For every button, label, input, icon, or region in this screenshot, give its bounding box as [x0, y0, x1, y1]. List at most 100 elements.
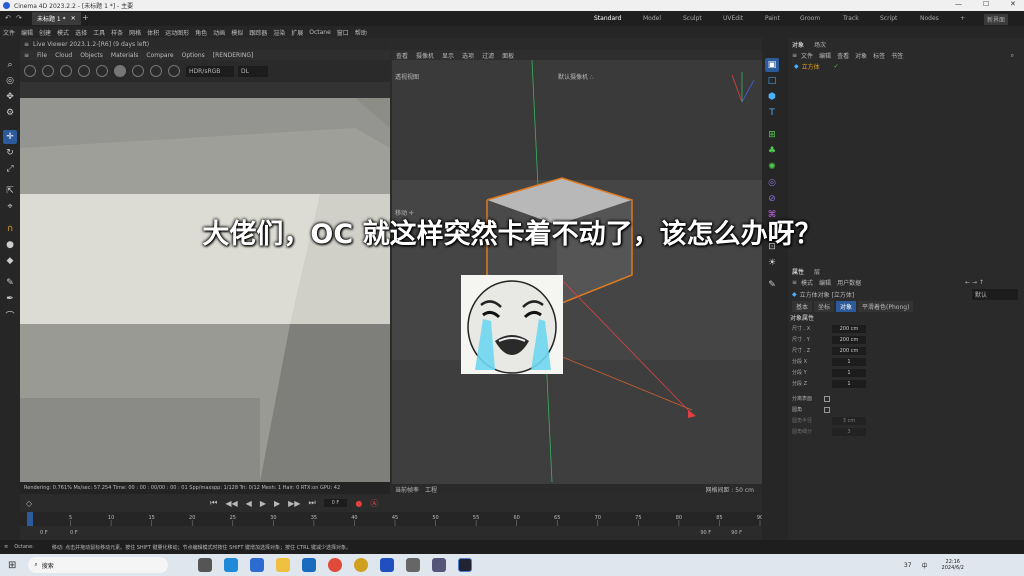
range-min[interactable]: 0 F — [70, 530, 110, 536]
maximize-button[interactable]: ☐ — [983, 0, 989, 8]
range-start[interactable]: 0 F — [40, 530, 70, 536]
layout-script[interactable]: Script — [880, 15, 897, 22]
subtab-coord[interactable]: 坐标 — [814, 300, 835, 312]
fillet-checkbox[interactable] — [824, 406, 830, 413]
search-icon[interactable]: ⌕ — [3, 58, 17, 72]
object-name[interactable]: 立方体 — [802, 62, 820, 71]
next-key-icon[interactable]: ▶▶ — [288, 499, 300, 508]
layout-standard[interactable]: Standard — [594, 15, 621, 22]
prop-seg-y-input[interactable]: 1 — [832, 368, 866, 377]
add-layout-button[interactable]: + — [960, 15, 965, 22]
minimize-button[interactable]: — — [955, 0, 962, 8]
layout-paint[interactable]: Paint — [765, 15, 780, 22]
chrome2-icon[interactable] — [354, 558, 369, 572]
deformer-icon[interactable]: ◎ — [765, 176, 779, 190]
pen-icon[interactable]: ✒ — [3, 292, 17, 306]
menu-octane[interactable]: Octane — [309, 29, 331, 36]
move-icon[interactable]: ✥ — [3, 90, 17, 104]
settings-icon[interactable]: ⚙ — [3, 106, 17, 120]
live-select-icon[interactable]: ◎ — [3, 74, 17, 88]
range-end[interactable]: 90 F — [731, 530, 742, 536]
attr-menu-icon[interactable]: ≡ — [792, 279, 797, 286]
vp-menu-options[interactable]: 选项 — [462, 51, 474, 60]
menu-window[interactable]: 窗口 — [337, 28, 349, 37]
move-tool-icon[interactable]: ✛ — [3, 130, 17, 144]
objects-menu-icon[interactable]: ≡ — [792, 52, 797, 59]
outlook-icon[interactable] — [302, 558, 317, 572]
files-icon[interactable] — [276, 558, 291, 572]
lock-icon[interactable] — [96, 65, 108, 77]
render-mode-select[interactable]: DL — [238, 65, 268, 77]
viewport-scene[interactable] — [392, 60, 762, 482]
pc-icon[interactable] — [432, 558, 447, 572]
field-icon[interactable]: ⊘ — [765, 192, 779, 206]
viewport-camera[interactable]: 默认摄像机 ∴ — [558, 72, 594, 81]
tab-attributes[interactable]: 属性 — [792, 267, 804, 276]
attr-menu-mode[interactable]: 模式 — [801, 278, 813, 287]
play-icon[interactable]: ▶ — [260, 499, 266, 508]
range-max[interactable]: 90 F — [700, 530, 711, 536]
edge-icon[interactable] — [224, 558, 239, 572]
menu-file[interactable]: 文件 — [3, 28, 15, 37]
layout-uvedit[interactable]: UVEdit — [723, 15, 743, 22]
lv-menu-file[interactable]: File — [37, 52, 47, 59]
tab-close-icon[interactable]: ✕ — [71, 15, 76, 22]
object-row[interactable]: ◆ 立方体 ✓ — [788, 61, 1024, 71]
clock[interactable]: 22:16 2024/6/2 — [942, 559, 964, 571]
tab-objects[interactable]: 对象 — [792, 40, 804, 49]
lv-menu-materials[interactable]: Materials — [111, 52, 139, 59]
close-button[interactable]: ✕ — [1010, 0, 1016, 8]
obj-menu-object[interactable]: 对象 — [855, 51, 867, 60]
menu-volume[interactable]: 体积 — [147, 28, 159, 37]
prop-seg-x-input[interactable]: 1 — [832, 357, 866, 366]
generator-icon[interactable]: ✺ — [765, 160, 779, 174]
vp-menu-view[interactable]: 查看 — [396, 51, 408, 60]
obj-menu-file[interactable]: 文件 — [801, 51, 813, 60]
text-icon[interactable]: T — [765, 106, 779, 120]
vp-menu-display[interactable]: 显示 — [442, 51, 454, 60]
new-layout-button[interactable]: 新界面 — [984, 14, 1009, 25]
layout-groom[interactable]: Groom — [800, 15, 820, 22]
go-start-icon[interactable]: ⏮ — [210, 498, 217, 508]
current-frame-field[interactable]: 0 F — [323, 499, 348, 507]
menu-mograph[interactable]: 运动图形 — [165, 28, 189, 37]
edit-icon[interactable]: ✎ — [765, 278, 779, 292]
prop-size-z-input[interactable]: 200 cm — [832, 346, 866, 355]
menu-mesh[interactable]: 网格 — [129, 28, 141, 37]
menu-spline[interactable]: 样条 — [111, 28, 123, 37]
region-icon[interactable] — [78, 65, 90, 77]
menu-mode[interactable]: 模式 — [57, 28, 69, 37]
go-end-icon[interactable]: ⏭ — [308, 498, 315, 508]
lv-menu-objects[interactable]: Objects — [80, 52, 103, 59]
menu-select[interactable]: 选择 — [75, 28, 87, 37]
vp-menu-panel[interactable]: 面板 — [502, 51, 514, 60]
light-icon[interactable]: ☀ — [765, 256, 779, 270]
attr-menu-edit[interactable]: 编辑 — [819, 278, 831, 287]
input-lang[interactable]: 中 — [922, 561, 928, 570]
smooth-icon[interactable]: ⌒ — [3, 308, 17, 322]
prop-seg-z-input[interactable]: 1 — [832, 379, 866, 388]
lv-menu-cloud[interactable]: Cloud — [55, 52, 72, 59]
menu-extensions[interactable]: 扩展 — [291, 28, 303, 37]
record-icon[interactable]: ● — [355, 499, 362, 508]
app-icon[interactable] — [380, 558, 395, 572]
taskview-icon[interactable] — [198, 558, 213, 572]
lv-menu-compare[interactable]: Compare — [146, 52, 173, 59]
mograph-icon[interactable]: ⊞ — [765, 128, 779, 142]
tab-layers[interactable]: 层 — [814, 267, 820, 276]
menu-render[interactable]: 渲染 — [273, 28, 285, 37]
start-icon[interactable]: ⊞ — [8, 560, 16, 571]
prop-size-y-input[interactable]: 200 cm — [832, 335, 866, 344]
prev-frame-icon[interactable]: ◀ — [246, 499, 252, 508]
menu-tools[interactable]: 工具 — [93, 28, 105, 37]
subtab-object[interactable]: 对象 — [836, 300, 857, 312]
menu-animate[interactable]: 动画 — [213, 28, 225, 37]
pause-icon[interactable] — [60, 65, 72, 77]
obj-menu-bookmarks[interactable]: 书签 — [891, 51, 903, 60]
filter-icon[interactable] — [168, 65, 180, 77]
visibility-icon[interactable]: ✓ — [834, 63, 839, 70]
lv-menu-icon[interactable]: ≡ — [24, 52, 29, 59]
render-output[interactable] — [20, 98, 390, 482]
store-icon[interactable] — [250, 558, 265, 572]
prop-size-x-input[interactable]: 200 cm — [832, 324, 866, 333]
